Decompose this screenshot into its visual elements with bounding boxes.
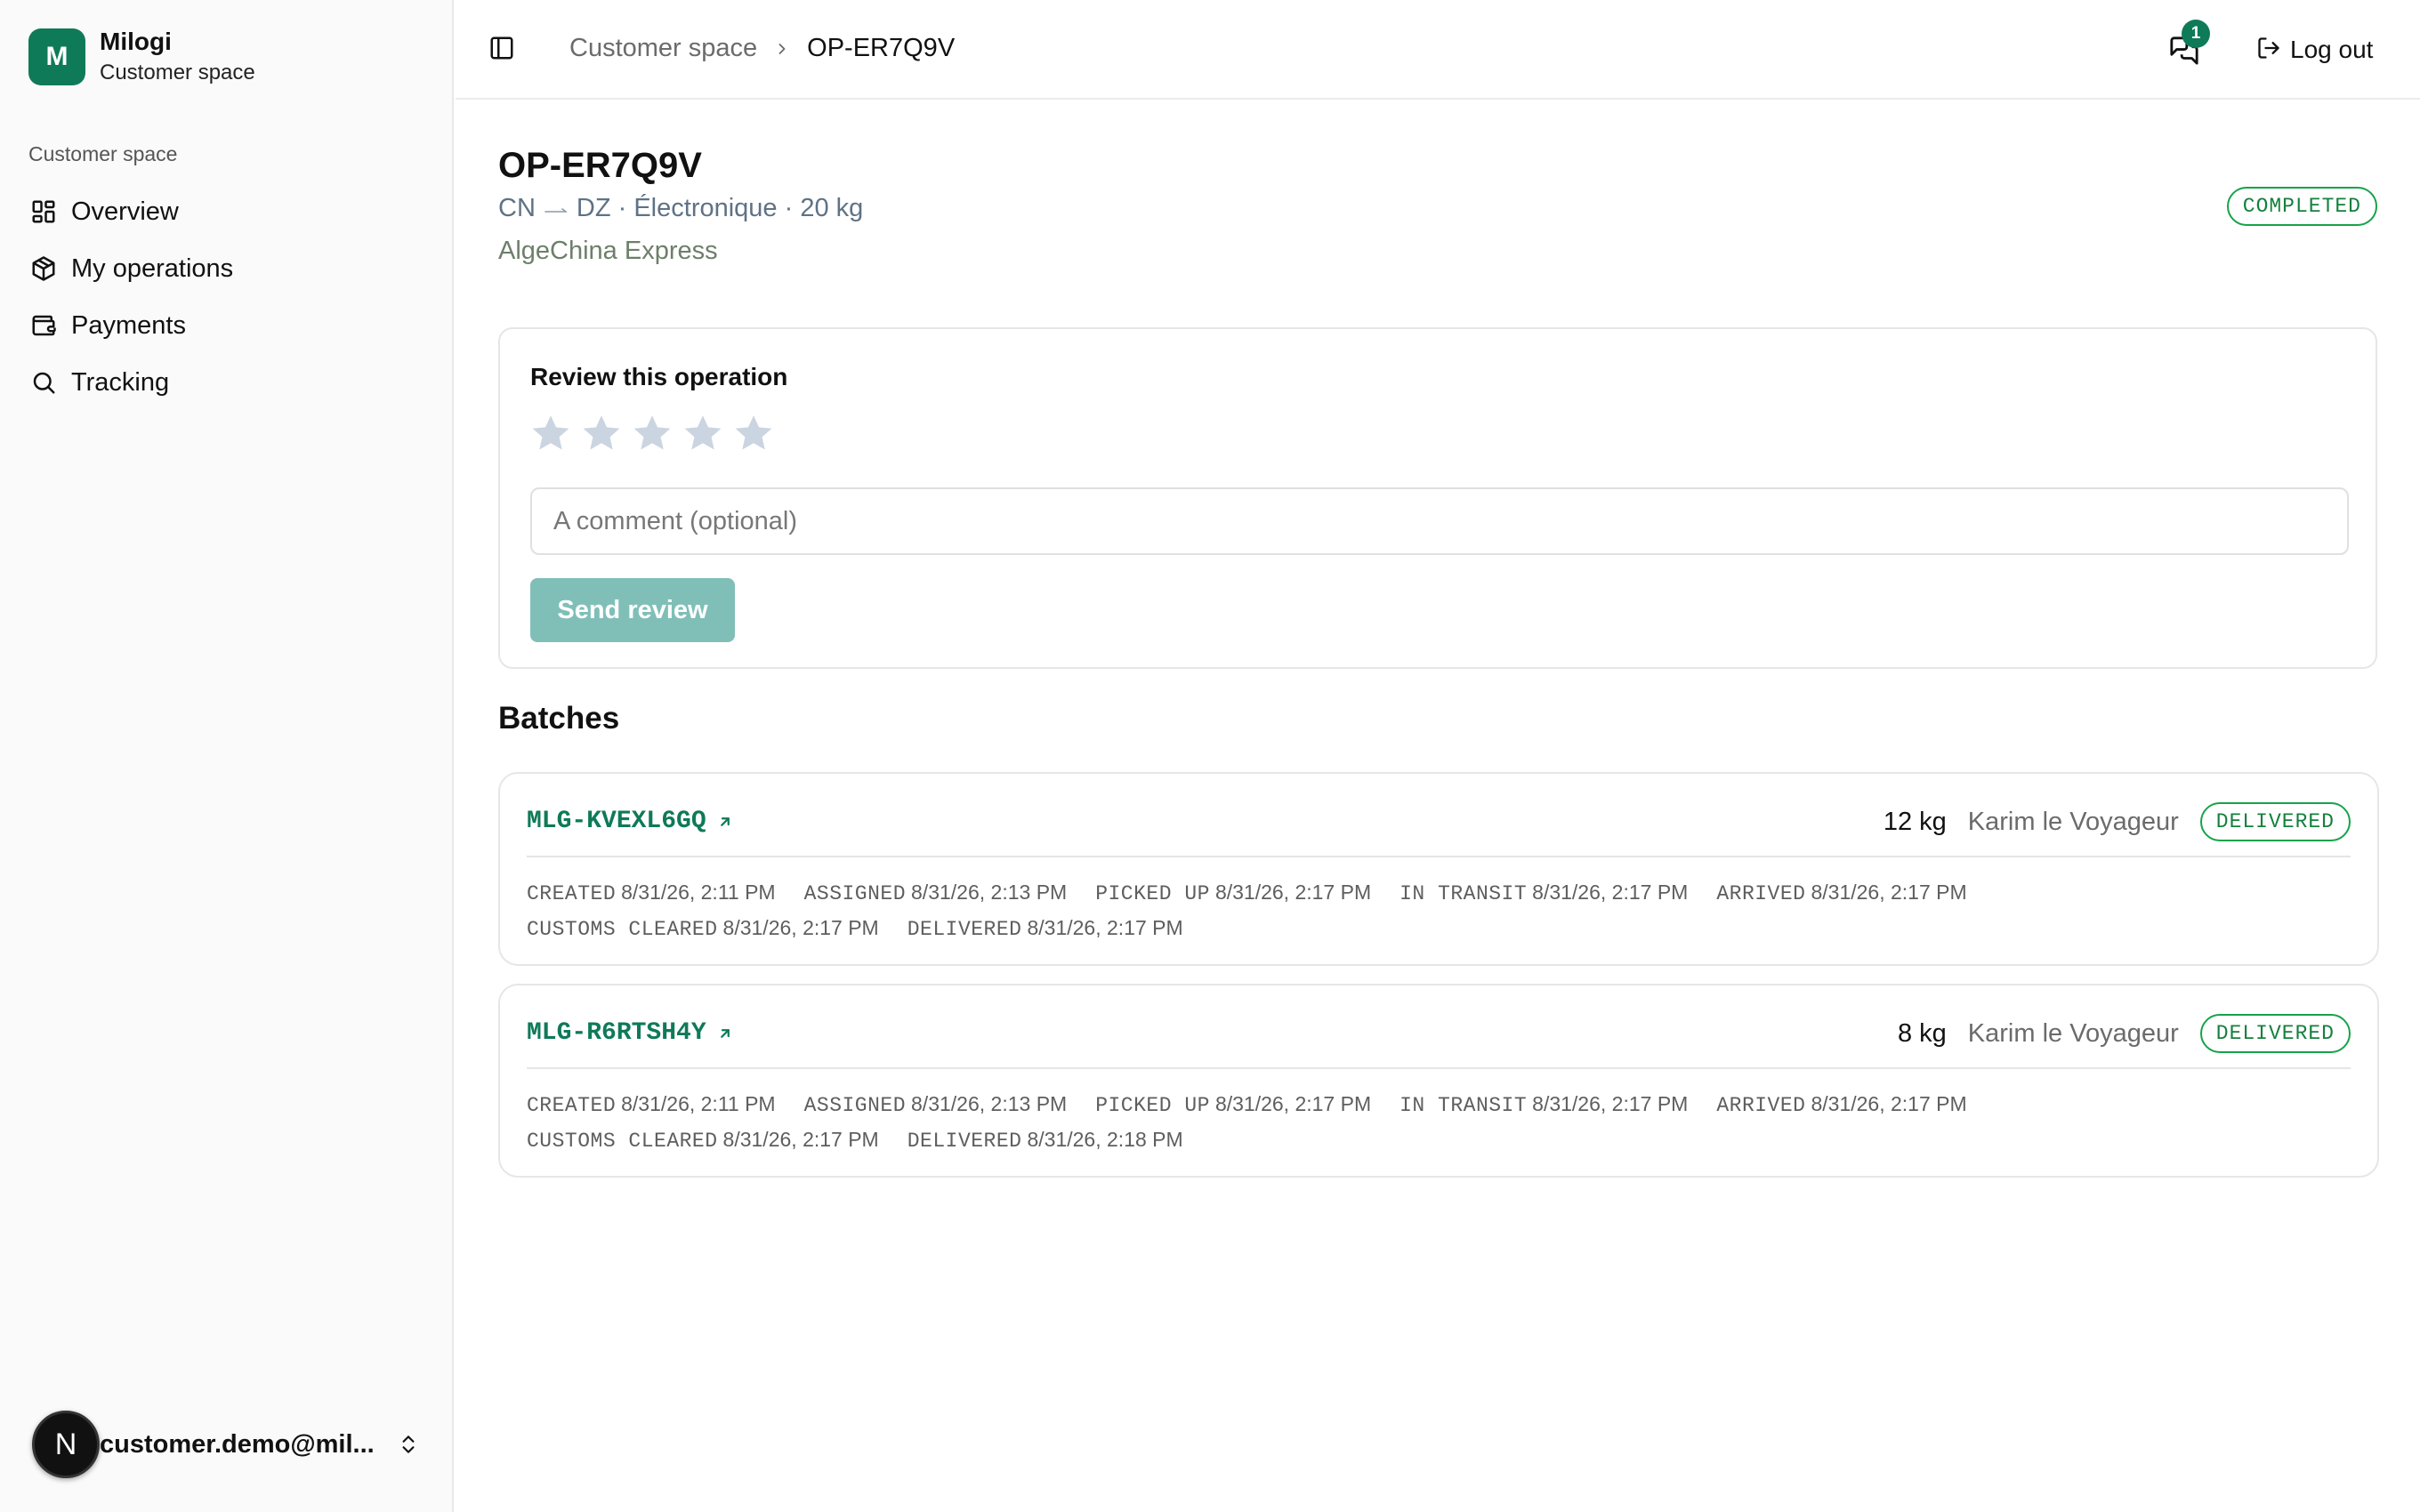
status-badge: DELIVERED bbox=[2199, 802, 2351, 841]
timeline-event: ASSIGNED 8/31/26, 2:13 PM bbox=[803, 1092, 1068, 1117]
star-icon[interactable] bbox=[630, 411, 674, 455]
operation-weight: 20 kg bbox=[800, 194, 864, 222]
send-review-button[interactable]: Send review bbox=[530, 578, 735, 642]
comment-input[interactable] bbox=[530, 487, 2349, 555]
top-header: Customer space OP-ER7Q9V 1 Log out bbox=[456, 0, 2420, 100]
brand-logo: M bbox=[28, 28, 85, 85]
batch-timeline: CREATED 8/31/26, 2:11 PM ASSIGNED 8/31/26,… bbox=[527, 1087, 2360, 1158]
batch-id-link[interactable]: MLG-KVEXL6GQ bbox=[527, 808, 733, 835]
sidebar-item-tracking[interactable]: Tracking bbox=[18, 354, 436, 411]
status-badge: DELIVERED bbox=[2199, 1014, 2351, 1053]
star-icon[interactable] bbox=[681, 411, 725, 455]
breadcrumb: Customer space OP-ER7Q9V bbox=[569, 34, 955, 63]
wallet-icon bbox=[28, 310, 59, 341]
timeline-event: ARRIVED 8/31/26, 2:17 PM bbox=[1716, 1092, 1967, 1117]
star-icon[interactable] bbox=[579, 411, 624, 455]
arrow-up-right-icon bbox=[717, 1025, 733, 1042]
timeline-event: PICKED UP 8/31/26, 2:17 PM bbox=[1095, 881, 1372, 905]
timeline-event: ARRIVED 8/31/26, 2:17 PM bbox=[1716, 881, 1967, 905]
sidebar-item-my-operations[interactable]: My operations bbox=[18, 240, 436, 297]
breadcrumb-parent-link[interactable]: Customer space bbox=[569, 34, 757, 63]
batch-summary: 12 kg Karim le Voyageur DELIVERED bbox=[1884, 802, 2351, 841]
long-arrow-right-icon bbox=[544, 203, 568, 215]
batch-card: MLG-R6RTSH4Y 8 kg Karim le Voyageur DELI… bbox=[498, 984, 2379, 1178]
batches-heading: Batches bbox=[498, 701, 620, 736]
brand-text: Milogi Customer space bbox=[100, 27, 255, 87]
sidebar-item-label: Overview bbox=[71, 197, 179, 226]
batch-id: MLG-R6RTSH4Y bbox=[527, 1019, 706, 1047]
review-card: Review this operation Send review bbox=[498, 327, 2377, 669]
batch-carrier: Karim le Voyageur bbox=[1967, 807, 2179, 836]
messages-count-badge: 1 bbox=[2182, 20, 2210, 48]
log-out-icon bbox=[2256, 36, 2281, 65]
batch-timeline: CREATED 8/31/26, 2:11 PM ASSIGNED 8/31/26,… bbox=[527, 875, 2360, 946]
search-icon bbox=[28, 367, 59, 398]
timeline-event: DELIVERED 8/31/26, 2:18 PM bbox=[907, 1128, 1183, 1153]
sidebar-item-label: Tracking bbox=[71, 367, 170, 397]
batch-carrier: Karim le Voyageur bbox=[1967, 1018, 2179, 1048]
timeline-event: DELIVERED 8/31/26, 2:17 PM bbox=[907, 916, 1183, 941]
brand-subtitle: Customer space bbox=[100, 60, 255, 84]
operation-destination: DZ bbox=[576, 194, 611, 222]
sidebar-nav: Overview My operations Payments Tracking bbox=[18, 183, 436, 411]
batch-card: MLG-KVEXL6GQ 12 kg Karim le Voyageur DEL… bbox=[498, 772, 2379, 966]
meta-separator: · bbox=[777, 194, 801, 222]
batch-summary: 8 kg Karim le Voyageur DELIVERED bbox=[1898, 1014, 2351, 1053]
timeline-event: IN TRANSIT 8/31/26, 2:17 PM bbox=[1400, 1092, 1689, 1117]
logout-button[interactable]: Log out bbox=[2256, 28, 2373, 71]
sidebar-item-label: Payments bbox=[71, 310, 186, 340]
arrow-up-right-icon bbox=[717, 814, 733, 830]
sidebar-item-overview[interactable]: Overview bbox=[18, 183, 436, 240]
timeline-event: IN TRANSIT 8/31/26, 2:17 PM bbox=[1400, 881, 1689, 905]
star-icon[interactable] bbox=[731, 411, 776, 455]
timeline-event: CREATED 8/31/26, 2:11 PM bbox=[527, 881, 776, 905]
user-menu[interactable]: N customer.demo@mil... bbox=[32, 1411, 424, 1478]
sidebar-item-label: My operations bbox=[71, 253, 234, 283]
brand[interactable]: M Milogi Customer space bbox=[28, 27, 255, 87]
panel-left-icon bbox=[488, 35, 515, 66]
sidebar-toggle-button[interactable] bbox=[484, 32, 520, 68]
timeline-event: CUSTOMS CLEARED 8/31/26, 2:17 PM bbox=[527, 1128, 879, 1153]
operation-origin: CN bbox=[498, 194, 536, 222]
batch-weight: 8 kg bbox=[1897, 1018, 1947, 1048]
review-title: Review this operation bbox=[530, 363, 788, 390]
sidebar: M Milogi Customer space Customer space O… bbox=[0, 0, 454, 1512]
batch-weight: 12 kg bbox=[1883, 807, 1947, 836]
star-icon[interactable] bbox=[528, 411, 573, 455]
star-rating bbox=[528, 411, 782, 455]
operation-carrier: AlgeChina Express bbox=[498, 237, 718, 265]
grid-icon bbox=[28, 197, 59, 227]
timeline-event: CREATED 8/31/26, 2:11 PM bbox=[527, 1092, 776, 1117]
page-title: OP-ER7Q9V bbox=[498, 146, 702, 185]
timeline-event: ASSIGNED 8/31/26, 2:13 PM bbox=[803, 881, 1068, 905]
package-icon bbox=[28, 253, 59, 284]
logout-label: Log out bbox=[2290, 36, 2374, 63]
nav-section-label: Customer space bbox=[28, 142, 178, 165]
batch-id: MLG-KVEXL6GQ bbox=[527, 808, 706, 835]
divider bbox=[527, 1067, 2351, 1069]
chevron-right-icon bbox=[773, 40, 791, 58]
sidebar-item-payments[interactable]: Payments bbox=[18, 297, 436, 354]
operation-meta: CN DZ · Électronique · 20 kg bbox=[498, 194, 863, 223]
timeline-event: PICKED UP 8/31/26, 2:17 PM bbox=[1095, 1092, 1372, 1117]
user-email: customer.demo@mil... bbox=[100, 1429, 375, 1459]
status-badge: COMPLETED bbox=[2226, 187, 2377, 226]
brand-name: Milogi bbox=[100, 28, 172, 55]
operation-category: Électronique bbox=[633, 194, 778, 222]
avatar: N bbox=[32, 1411, 100, 1478]
divider bbox=[527, 856, 2351, 857]
breadcrumb-current: OP-ER7Q9V bbox=[807, 34, 956, 62]
meta-separator: · bbox=[610, 194, 634, 222]
timeline-event: CUSTOMS CLEARED 8/31/26, 2:17 PM bbox=[527, 916, 879, 941]
batch-id-link[interactable]: MLG-R6RTSH4Y bbox=[527, 1019, 733, 1047]
chevrons-up-down-icon bbox=[393, 1429, 424, 1460]
